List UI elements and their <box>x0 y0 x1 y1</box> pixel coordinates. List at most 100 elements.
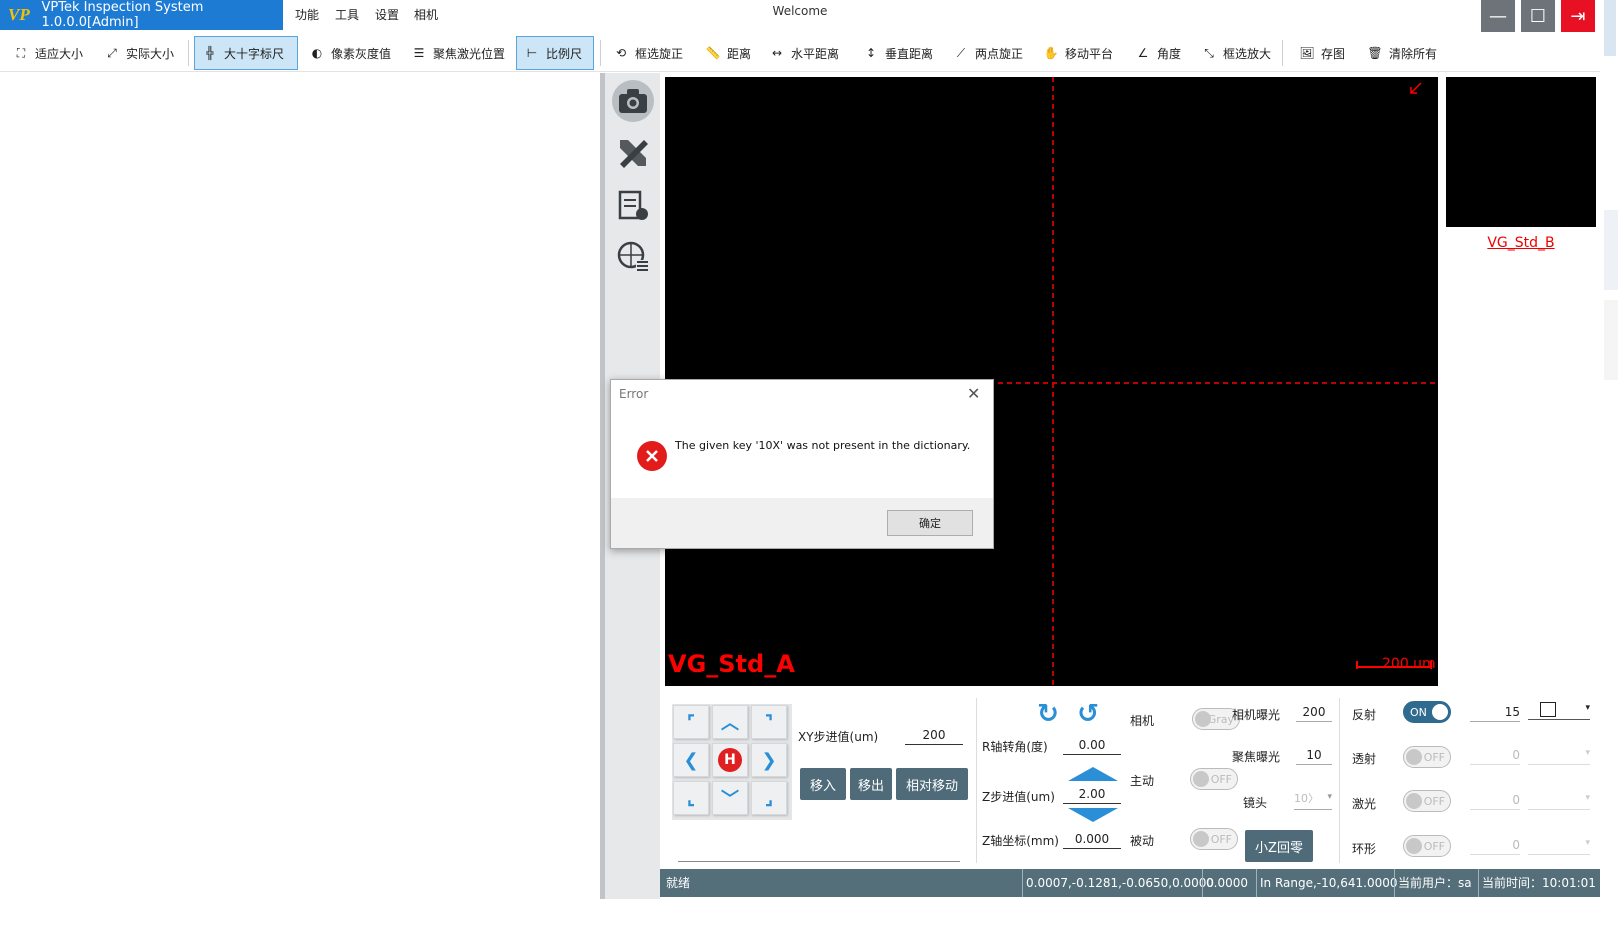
toolbar-fit-size[interactable]: ⛶ 适应大小 <box>6 36 87 70</box>
z-step-label: Z步进值(um) <box>982 790 1055 804</box>
relative-move-button[interactable]: 相对移动 <box>896 768 968 800</box>
passive-toggle[interactable]: OFF <box>1190 828 1238 850</box>
z-down-button[interactable] <box>1068 808 1118 822</box>
rotate-clockwise-icon: ↻ <box>1037 699 1059 729</box>
ring-select[interactable]: ▾ <box>1528 835 1590 855</box>
reflect-value-input[interactable]: 15 <box>1470 702 1520 722</box>
move-out-button[interactable]: 移出 <box>850 768 892 800</box>
camera-side-button[interactable] <box>612 80 654 122</box>
toolbar-crosshair-ruler[interactable]: ╬ 大十字标尺 <box>194 36 298 70</box>
jog-down-button[interactable]: ﹀ <box>712 781 748 815</box>
ring-toggle[interactable]: OFF <box>1403 835 1451 857</box>
toggle-knob <box>1406 749 1422 765</box>
menu-tools[interactable]: 工具 <box>333 0 361 30</box>
dialog-close-button[interactable]: ✕ <box>967 384 980 403</box>
small-z-home-button[interactable]: 小Z回零 <box>1245 830 1313 862</box>
z-up-button[interactable] <box>1068 767 1118 781</box>
app-title-bar: VP VPTek Inspection System 1.0.0.0[Admin… <box>0 0 283 30</box>
dropdown-arrow-icon: ▾ <box>1585 838 1590 848</box>
toolbar-horizontal-distance[interactable]: ↔ 水平距离 <box>762 36 843 70</box>
z-step-input[interactable]: 2.00 <box>1063 784 1121 804</box>
toolbar-label: 两点旋正 <box>975 46 1024 61</box>
chevron-right-icon: ❯ <box>761 749 777 771</box>
camera-exposure-input[interactable]: 200 <box>1296 702 1332 722</box>
jog-left-button[interactable]: ❮ <box>673 743 709 777</box>
jog-down-left-button[interactable]: ⌞ <box>673 781 709 815</box>
toolbar-box-zoom[interactable]: ⤡ 框选放大 <box>1194 36 1275 70</box>
close-icon: ✕ <box>967 384 981 403</box>
toolbar-box-rotate[interactable]: ⟲ 框选旋正 <box>606 36 687 70</box>
toolbar-distance[interactable]: 📏 距离 <box>698 36 755 70</box>
rotate-cw-button[interactable]: ↻ <box>1034 699 1062 729</box>
jog-down-right-button[interactable]: ⌟ <box>751 781 787 815</box>
toolbar-pixel-gray[interactable]: ◐ 像素灰度值 <box>302 36 395 70</box>
xy-step-label: XY步进值(um) <box>798 730 879 744</box>
toggle-knob <box>1432 704 1448 720</box>
maximize-button[interactable]: ☐ <box>1521 0 1555 32</box>
laser-select[interactable]: ▾ <box>1528 790 1590 810</box>
divider-line <box>678 861 960 862</box>
ring-value-input[interactable]: 0 <box>1470 835 1520 855</box>
toolbar-move-stage[interactable]: ✋ 移动平台 <box>1036 36 1117 70</box>
reflect-toggle[interactable]: ON <box>1403 701 1451 723</box>
toolbar-clear-all[interactable]: 🗑 清除所有 <box>1360 36 1441 70</box>
toolbar-save-image[interactable]: 🖼 存图 <box>1292 36 1349 70</box>
focus-laser-icon: ☰ <box>413 46 425 60</box>
jog-right-button[interactable]: ❯ <box>751 743 787 777</box>
menu-camera[interactable]: 相机 <box>412 0 440 30</box>
xy-step-input[interactable]: 200 <box>905 725 963 745</box>
reflect-select[interactable]: ▾ <box>1528 700 1590 720</box>
left-panel <box>0 73 600 899</box>
report-icon <box>618 190 648 220</box>
laser-value-input[interactable]: 0 <box>1470 790 1520 810</box>
toggle-knob <box>1406 793 1422 809</box>
camera-view-thumb[interactable] <box>1446 77 1596 227</box>
box-rotate-icon: ⟲ <box>615 46 627 60</box>
rotate-ccw-button[interactable]: ↺ <box>1074 699 1102 729</box>
vertical-distance-icon: ↕ <box>865 46 877 60</box>
jog-up-left-button[interactable]: ⌜ <box>673 705 709 739</box>
toolbar-vertical-distance[interactable]: ↕ 垂直距离 <box>856 36 937 70</box>
dialog-ok-button[interactable]: 确定 <box>887 510 973 536</box>
status-range: In Range,-10,641.0000 <box>1256 869 1397 897</box>
status-user: 当前用户：sa <box>1394 869 1472 897</box>
active-toggle[interactable]: OFF <box>1190 768 1238 790</box>
corner-down-right-icon: ⌟ <box>764 787 774 809</box>
report-side-button[interactable] <box>612 184 654 226</box>
move-in-button[interactable]: 移入 <box>800 768 846 800</box>
jog-up-button[interactable]: ︿ <box>712 705 748 739</box>
r-axis-input[interactable]: 0.00 <box>1063 735 1121 755</box>
toolbar-scale-ruler[interactable]: ⊢ 比例尺 <box>516 36 594 70</box>
toolbar-two-point-rotate[interactable]: ⟋ 两点旋正 <box>946 36 1027 70</box>
box-zoom-icon: ⤡ <box>1204 45 1214 60</box>
toggle-knob <box>1406 838 1422 854</box>
jog-up-right-button[interactable]: ⌝ <box>751 705 787 739</box>
minimize-button[interactable]: — <box>1481 0 1515 32</box>
dropdown-arrow-icon: ▾ <box>1585 703 1590 713</box>
transmit-toggle[interactable]: OFF <box>1403 746 1451 768</box>
tools-side-button[interactable] <box>612 132 654 174</box>
transmit-select[interactable]: ▾ <box>1528 745 1590 765</box>
menu-function[interactable]: 功能 <box>293 0 321 30</box>
toolbar-angle[interactable]: ∠ 角度 <box>1128 36 1185 70</box>
exit-button[interactable]: ⇥ <box>1561 0 1595 32</box>
menu-settings[interactable]: 设置 <box>373 0 401 30</box>
focus-exposure-input[interactable]: 10 <box>1296 745 1332 765</box>
exit-icon: ⇥ <box>1570 5 1586 27</box>
lens-select[interactable]: 10〉 ▾ <box>1294 790 1332 810</box>
camera-thumb-link[interactable]: VG_Std_B <box>1446 235 1596 251</box>
toolbar-label: 聚焦激光位置 <box>433 46 506 61</box>
toggle-text: OFF <box>1423 839 1445 853</box>
toggle-text: OFF <box>1210 772 1232 786</box>
transmit-value-input[interactable]: 0 <box>1470 745 1520 765</box>
lens-value: 10〉 <box>1294 792 1319 805</box>
jog-home-button[interactable]: H <box>712 743 748 777</box>
corner-down-left-icon: ⌞ <box>686 787 696 809</box>
grid-list-side-button[interactable] <box>612 236 654 278</box>
toolbar-label: 适应大小 <box>35 46 84 61</box>
app-title: VPTek Inspection System 1.0.0.0[Admin] <box>41 0 204 30</box>
tools-icon <box>620 140 648 168</box>
toolbar-actual-size[interactable]: ⤢ 实际大小 <box>97 36 178 70</box>
toolbar-focus-laser[interactable]: ☰ 聚焦激光位置 <box>404 36 509 70</box>
laser-toggle[interactable]: OFF <box>1403 790 1451 812</box>
